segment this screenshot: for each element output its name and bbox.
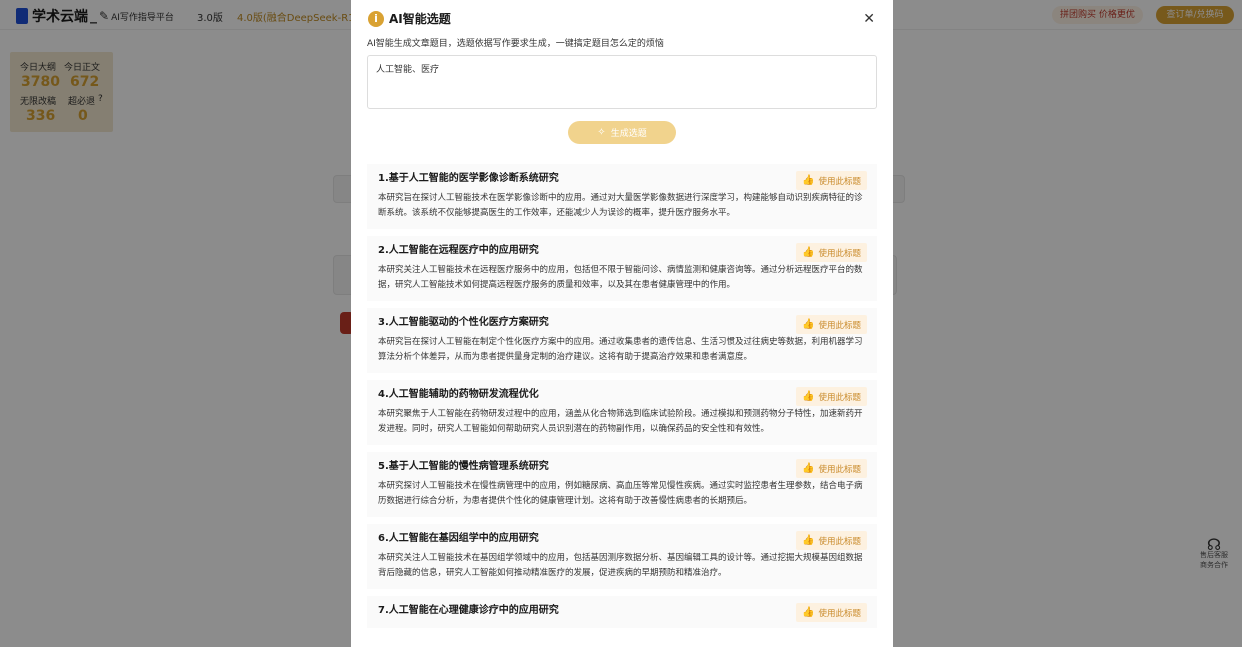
topic-description: 本研究聚焦于人工智能在药物研发过程中的应用，涵盖从化合物筛选到临床试验阶段。通过…	[378, 409, 863, 434]
topic-result-item: 5.基于人工智能的慢性病管理系统研究 👍 使用此标题本研究探讨人工智能技术在慢性病管…	[367, 452, 877, 517]
modal-header: i AI智能选题	[368, 10, 451, 27]
use-title-label: 使用此标题	[818, 392, 861, 403]
generate-topics-button[interactable]: ✧ 生成选题	[568, 121, 676, 144]
topic-result-item: 2.人工智能在远程医疗中的应用研究 👍 使用此标题本研究关注人工智能技术在远程医疗服…	[367, 236, 877, 301]
thumbs-up-icon: 👍	[802, 463, 815, 474]
generate-topics-label: 生成选题	[610, 128, 647, 138]
use-title-label: 使用此标题	[818, 536, 861, 547]
topic-result-item: 1.基于人工智能的医学影像诊断系统研究 👍 使用此标题本研究旨在探讨人工智能技术在医…	[367, 164, 877, 229]
use-title-label: 使用此标题	[818, 176, 861, 187]
use-title-label: 使用此标题	[818, 464, 861, 475]
use-title-button[interactable]: 👍 使用此标题	[796, 315, 867, 334]
use-title-label: 使用此标题	[818, 608, 861, 619]
thumbs-up-icon: 👍	[802, 391, 815, 402]
topic-title: 1.基于人工智能的医学影像诊断系统研究	[378, 173, 559, 184]
topic-title: 5.基于人工智能的慢性病管理系统研究	[378, 461, 549, 472]
ai-topic-modal: i AI智能选题 ✕ AI智能生成文章题目，选题依据写作要求生成，一键搞定题目怎…	[351, 0, 893, 647]
thumbs-up-icon: 👍	[802, 175, 815, 186]
info-icon: i	[368, 10, 384, 27]
topic-results-list: 1.基于人工智能的医学影像诊断系统研究 👍 使用此标题 本研究旨在探讨人工智能技术在医…	[367, 164, 877, 635]
topic-description: 本研究关注人工智能技术在基因组学领域中的应用，包括基因测序数据分析、基因编辑工具…	[378, 553, 863, 578]
use-title-label: 使用此标题	[818, 320, 861, 331]
magic-wand-icon: ✧	[597, 127, 606, 138]
use-title-button[interactable]: 👍 使用此标题	[796, 603, 867, 622]
topic-result-item: 4.人工智能辅助的药物研发流程优化 👍 使用此标题本研究聚焦于人工智能在药物研发过程…	[367, 380, 877, 445]
topic-result-item: 7.人工智能在心理健康诊疗中的应用研究 👍 使用此标题	[367, 596, 877, 628]
thumbs-up-icon: 👍	[802, 607, 815, 618]
topic-title: 2.人工智能在远程医疗中的应用研究	[378, 245, 539, 256]
topic-title: 6.人工智能在基因组学中的应用研究	[378, 533, 539, 544]
use-title-label: 使用此标题	[818, 248, 861, 259]
topic-description: 本研究探讨人工智能技术在慢性病管理中的应用，例如糖尿病、高血压等常见慢性疾病。通…	[378, 481, 863, 506]
topic-title: 3.人工智能驱动的个性化医疗方案研究	[378, 317, 549, 328]
topic-description: 本研究关注人工智能技术在远程医疗服务中的应用，包括但不限于智能问诊、病情监测和健…	[378, 265, 863, 290]
thumbs-up-icon: 👍	[802, 319, 815, 330]
use-title-button[interactable]: 👍 使用此标题	[796, 171, 867, 190]
topic-title: 4.人工智能辅助的药物研发流程优化	[378, 389, 539, 400]
thumbs-up-icon: 👍	[802, 247, 815, 258]
close-icon[interactable]: ✕	[863, 11, 875, 27]
topic-description: 本研究旨在探讨人工智能技术在医学影像诊断中的应用。通过对大量医学影像数据进行深度…	[378, 193, 863, 218]
modal-title: AI智能选题	[389, 12, 451, 26]
topic-keywords-input[interactable]	[367, 55, 877, 109]
topic-title: 7.人工智能在心理健康诊疗中的应用研究	[378, 605, 559, 616]
thumbs-up-icon: 👍	[802, 535, 815, 546]
use-title-button[interactable]: 👍 使用此标题	[796, 387, 867, 406]
modal-description: AI智能生成文章题目，选题依据写作要求生成，一键搞定题目怎么定的烦恼	[367, 39, 664, 49]
use-title-button[interactable]: 👍 使用此标题	[796, 243, 867, 262]
topic-description: 本研究旨在探讨人工智能在制定个性化医疗方案中的应用。通过收集患者的遗传信息、生活…	[378, 337, 863, 362]
topic-result-item: 3.人工智能驱动的个性化医疗方案研究 👍 使用此标题本研究旨在探讨人工智能在制定个性…	[367, 308, 877, 373]
use-title-button[interactable]: 👍 使用此标题	[796, 459, 867, 478]
use-title-button[interactable]: 👍 使用此标题	[796, 531, 867, 550]
topic-result-item: 6.人工智能在基因组学中的应用研究 👍 使用此标题本研究关注人工智能技术在基因组学领…	[367, 524, 877, 589]
